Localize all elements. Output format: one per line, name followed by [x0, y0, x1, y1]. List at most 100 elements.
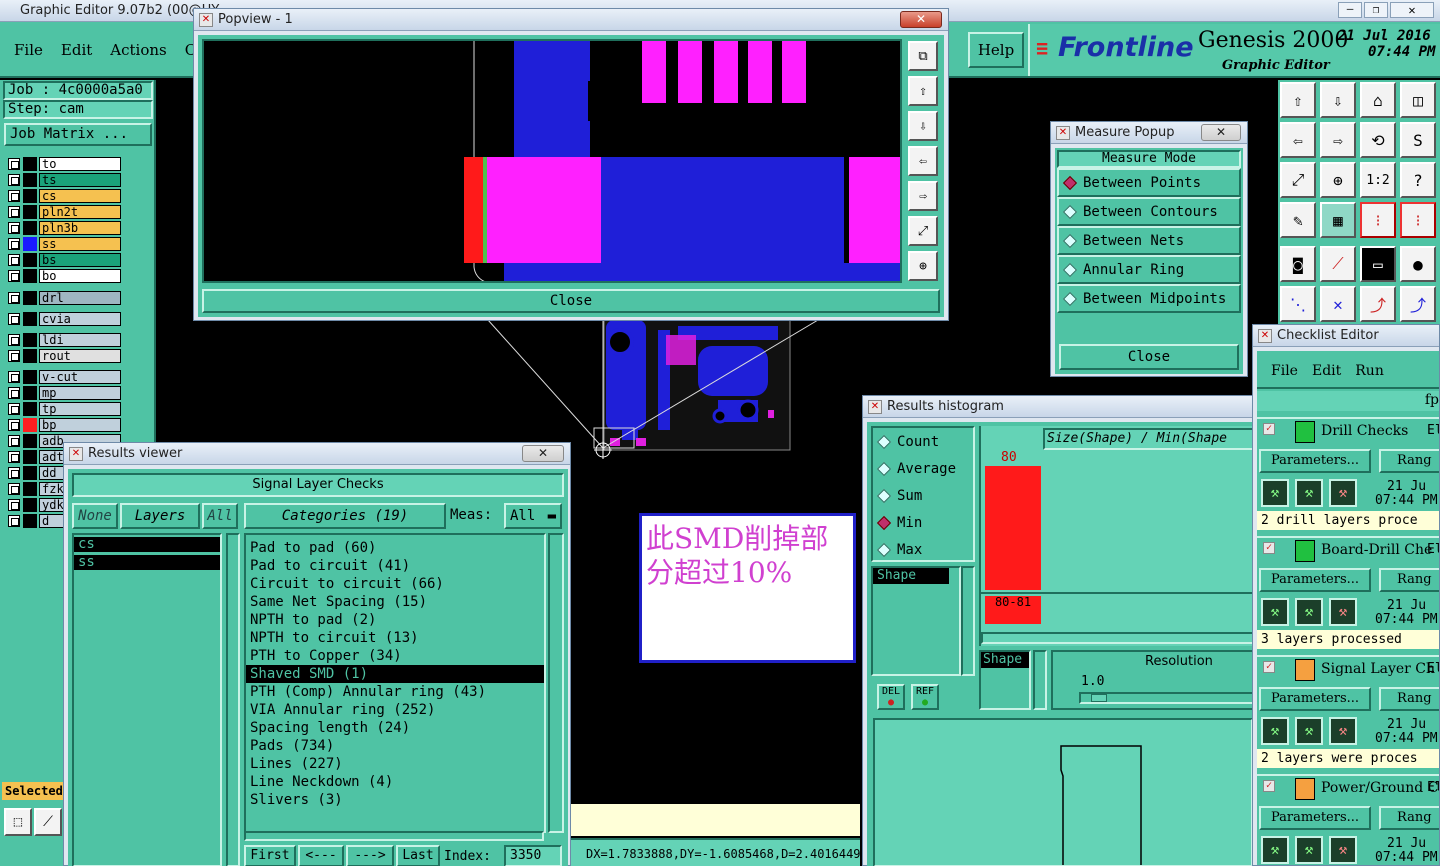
- layer-row-rout[interactable]: rout: [8, 348, 121, 363]
- layer-checkbox[interactable]: [8, 237, 20, 250]
- layer-checkbox[interactable]: [8, 386, 20, 399]
- layer-checkbox[interactable]: [8, 205, 20, 218]
- erase-results-icon[interactable]: ⚒: [1329, 598, 1357, 626]
- app-close-button[interactable]: ✕: [1390, 2, 1434, 18]
- results-close-x-button[interactable]: ✕: [522, 445, 564, 462]
- layer-name[interactable]: pln3b: [39, 220, 121, 235]
- parameters-button[interactable]: Parameters...: [1259, 568, 1371, 592]
- layer-color-swatch[interactable]: [23, 385, 37, 400]
- erase-results-icon[interactable]: ⚒: [1329, 479, 1357, 507]
- layer-name[interactable]: cs: [39, 188, 121, 203]
- pan-up-icon[interactable]: ⇧: [1280, 82, 1316, 118]
- layer-color-swatch[interactable]: [23, 481, 37, 496]
- meas-dropdown[interactable]: All ▬: [504, 503, 562, 529]
- category-item[interactable]: Line Neckdown (4): [246, 773, 544, 791]
- layer-name[interactable]: rout: [39, 348, 121, 363]
- check-name[interactable]: Drill Checks: [1321, 423, 1408, 439]
- layer-row-bo[interactable]: bo: [8, 268, 121, 283]
- category-item-selected[interactable]: Shaved SMD (1): [246, 665, 544, 683]
- layer-name[interactable]: mp: [39, 385, 121, 400]
- check-name[interactable]: Power/Ground C: [1321, 780, 1438, 796]
- parameters-button[interactable]: Parameters...: [1259, 687, 1371, 711]
- help-button[interactable]: Help: [968, 32, 1024, 68]
- layer-color-swatch[interactable]: [23, 417, 37, 432]
- layer-color-swatch[interactable]: [23, 513, 37, 528]
- category-item[interactable]: Same Net Spacing (15): [246, 593, 544, 611]
- layer-color-swatch[interactable]: [23, 268, 37, 283]
- ruler-icon[interactable]: ▭: [1360, 246, 1396, 282]
- layer-item-cs[interactable]: cs: [74, 537, 220, 552]
- layer-checkbox[interactable]: [8, 514, 20, 527]
- layer-row-cs[interactable]: cs: [8, 188, 121, 203]
- layer-checkbox[interactable]: [8, 370, 20, 383]
- categories-button[interactable]: Categories (19): [244, 503, 446, 529]
- measure-close-x-button[interactable]: ✕: [1201, 124, 1241, 141]
- category-item[interactable]: Spacing length (24): [246, 719, 544, 737]
- layer-color-swatch[interactable]: [23, 449, 37, 464]
- run-check-icon[interactable]: ⚒: [1261, 598, 1289, 626]
- layer-checkbox[interactable]: [8, 466, 20, 479]
- checklist-menu-file[interactable]: File: [1271, 363, 1298, 379]
- first-button[interactable]: First: [244, 845, 296, 866]
- layer-color-swatch[interactable]: [23, 252, 37, 267]
- layer-row-to[interactable]: to: [8, 156, 121, 171]
- layer-name[interactable]: drl: [39, 290, 121, 305]
- category-vscrollbar[interactable]: [548, 533, 564, 833]
- pan-down-icon[interactable]: ⇩: [1320, 82, 1356, 118]
- shape-item[interactable]: Shape: [873, 568, 949, 584]
- layer-row-tp[interactable]: tp: [8, 401, 121, 416]
- rotate-icon[interactable]: S: [1400, 122, 1436, 158]
- layer-checkbox[interactable]: [8, 253, 20, 266]
- layer-checkbox[interactable]: [8, 498, 20, 511]
- mode-max[interactable]: Max: [873, 536, 973, 563]
- shape-item-2[interactable]: Shape: [981, 652, 1029, 668]
- layer-name[interactable]: to: [39, 156, 121, 171]
- range-button[interactable]: Rang: [1379, 806, 1439, 830]
- none-button[interactable]: None: [72, 503, 118, 529]
- popview-fit-icon[interactable]: ⤢: [908, 216, 938, 246]
- run-check-icon[interactable]: ⚒: [1261, 836, 1289, 864]
- help-query-icon[interactable]: ?: [1400, 162, 1436, 198]
- maximize-button[interactable]: ❐: [1364, 2, 1388, 18]
- link-blue-icon[interactable]: ⤴: [1400, 286, 1436, 322]
- category-item[interactable]: NPTH to circuit (13): [246, 629, 544, 647]
- layer-row-drl[interactable]: drl: [8, 290, 121, 305]
- view-results-icon[interactable]: ⚒: [1295, 598, 1323, 626]
- category-item[interactable]: PTH to Copper (34): [246, 647, 544, 665]
- popview-right-icon[interactable]: ⇨: [908, 181, 938, 211]
- layer-row-cvia[interactable]: cvia: [8, 311, 121, 326]
- checklist-menu-run[interactable]: Run: [1355, 363, 1384, 379]
- all-button[interactable]: All: [202, 503, 238, 529]
- layer-row-pln3b[interactable]: pln3b: [8, 220, 121, 235]
- layer-name[interactable]: pln2t: [39, 204, 121, 219]
- mode-average[interactable]: Average: [873, 455, 973, 482]
- layer-row-bp[interactable]: bp: [8, 417, 121, 432]
- shape-list-2-scrollbar[interactable]: [1033, 650, 1047, 710]
- layer-color-swatch[interactable]: [23, 204, 37, 219]
- checklist-menu-edit[interactable]: Edit: [1312, 363, 1341, 379]
- pad-icon[interactable]: ◙: [1280, 246, 1316, 282]
- layer-color-swatch[interactable]: [23, 369, 37, 384]
- resolution-slider[interactable]: [1079, 692, 1255, 704]
- circle-icon[interactable]: ●: [1400, 246, 1436, 282]
- layer-color-swatch[interactable]: [23, 236, 37, 251]
- run-check-icon[interactable]: ⚒: [1261, 479, 1289, 507]
- layer-color-swatch[interactable]: [23, 290, 37, 305]
- popview-left-icon[interactable]: ⇦: [908, 146, 938, 176]
- check-enable-checkbox[interactable]: ✓: [1263, 542, 1275, 554]
- category-item[interactable]: NPTH to pad (2): [246, 611, 544, 629]
- layer-row-mp[interactable]: mp: [8, 385, 121, 400]
- connect-icon[interactable]: ⋱: [1280, 286, 1316, 322]
- layer-checkbox[interactable]: [8, 157, 20, 170]
- view-results-icon[interactable]: ⚒: [1295, 479, 1323, 507]
- category-item[interactable]: Lines (227): [246, 755, 544, 773]
- histogram-hscrollbar[interactable]: [981, 632, 1257, 644]
- mode-between-points[interactable]: Between Points: [1057, 168, 1241, 197]
- layer-checkbox[interactable]: [8, 434, 20, 447]
- menu-edit[interactable]: Edit: [61, 41, 92, 59]
- category-item[interactable]: Pad to pad (60): [246, 539, 544, 557]
- popview-close-button[interactable]: Close: [202, 289, 940, 313]
- layer-checkbox[interactable]: [8, 269, 20, 282]
- net-highlight-icon[interactable]: ⁝: [1360, 202, 1396, 238]
- pan-left-icon[interactable]: ⇦: [1280, 122, 1316, 158]
